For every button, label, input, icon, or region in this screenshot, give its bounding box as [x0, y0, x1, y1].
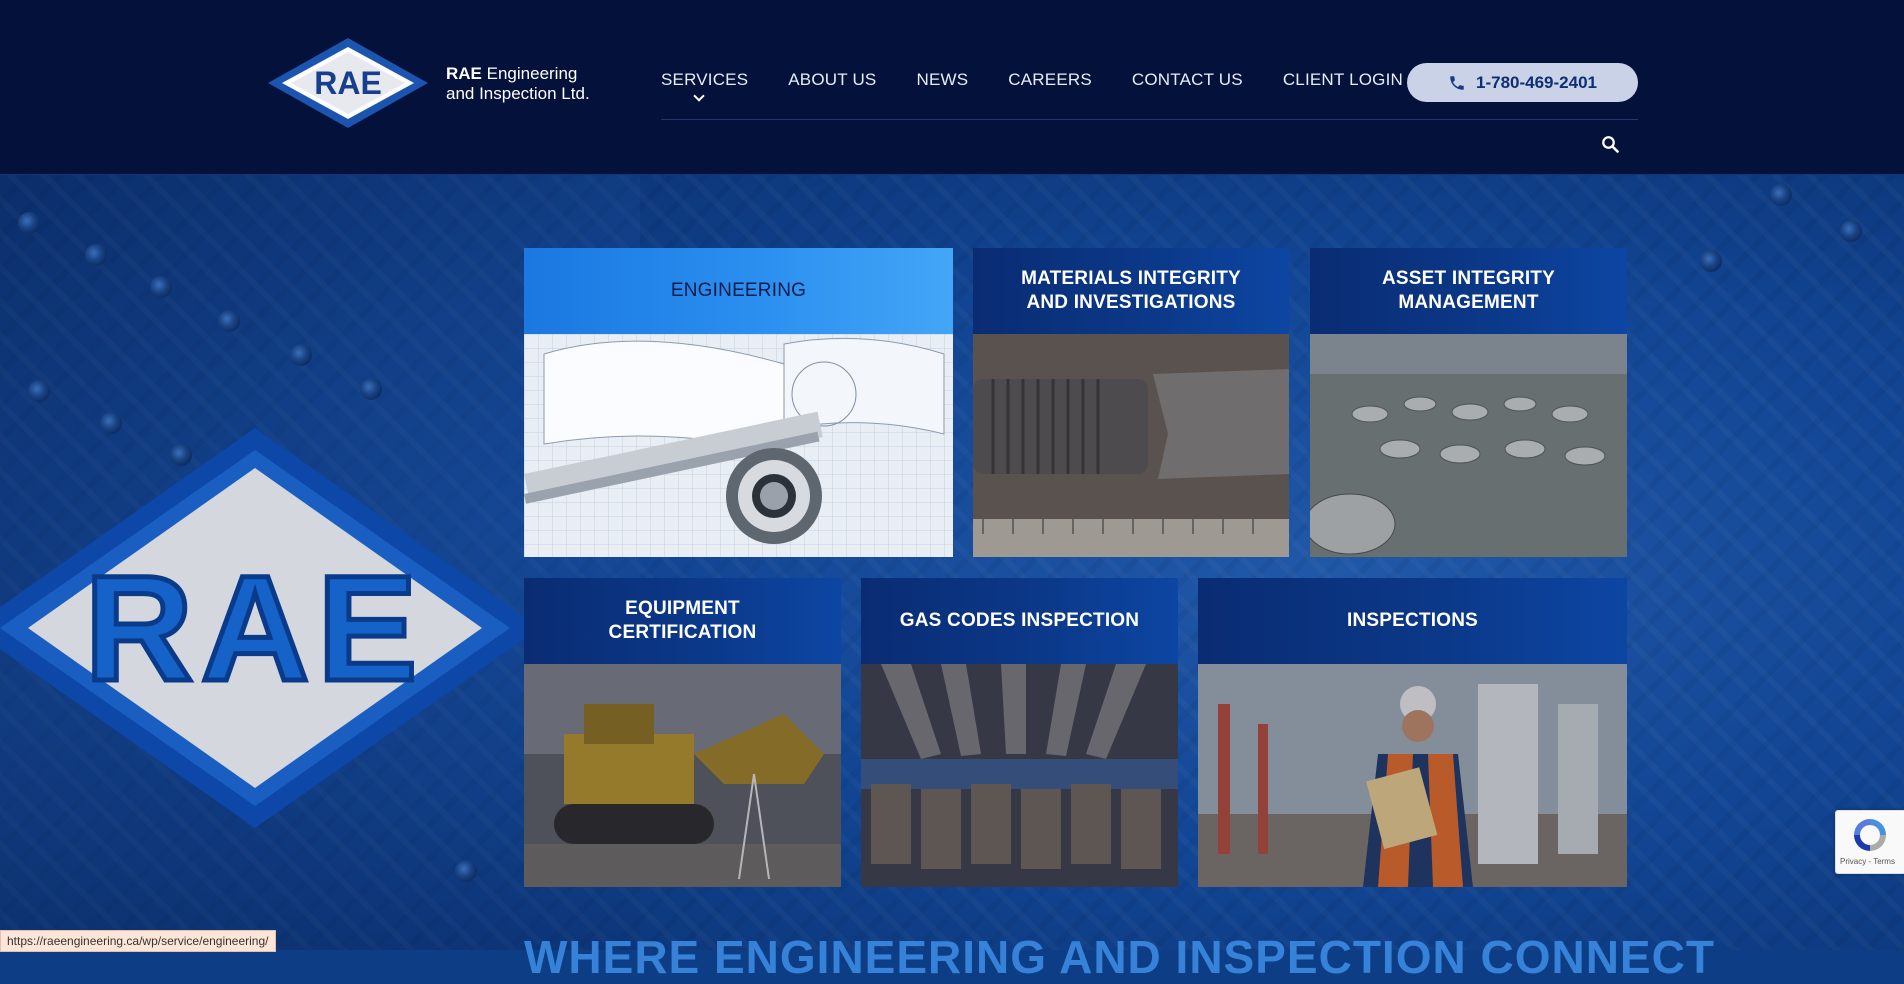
- service-tile-title: MATERIALS INTEGRITY AND INVESTIGATIONS: [973, 248, 1289, 334]
- rivet-decoration: [360, 378, 382, 400]
- rivet-decoration: [218, 310, 240, 332]
- equipment-image: [524, 664, 841, 887]
- recaptcha-badge[interactable]: Privacy - Terms: [1835, 810, 1904, 874]
- recaptcha-label[interactable]: Privacy - Terms: [1840, 857, 1895, 866]
- engineering-image: [524, 334, 953, 557]
- logo-mark-text: RAE: [314, 65, 382, 101]
- materials-title-line2: AND INVESTIGATIONS: [1026, 292, 1236, 313]
- service-tile-title: ASSET INTEGRITY MANAGEMENT: [1310, 248, 1627, 334]
- phone-number: 1-780-469-2401: [1476, 72, 1597, 92]
- service-tile-title: EQUIPMENT CERTIFICATION: [524, 578, 841, 664]
- rivet-decoration: [455, 860, 477, 882]
- service-tile-inspections[interactable]: INSPECTIONS: [1198, 578, 1627, 887]
- nav-news[interactable]: NEWS: [916, 62, 988, 90]
- main-nav: SERVICES ABOUT US NEWS CAREERS CONTACT U…: [661, 62, 1443, 102]
- rivet-decoration: [1770, 184, 1792, 206]
- equipment-title-line1: EQUIPMENT: [625, 598, 740, 619]
- chevron-down-icon: [693, 90, 705, 102]
- nav-about-us[interactable]: ABOUT US: [788, 62, 896, 90]
- service-tile-materials-integrity[interactable]: MATERIALS INTEGRITY AND INVESTIGATIONS: [973, 248, 1289, 557]
- gas-codes-title: GAS CODES INSPECTION: [899, 610, 1140, 631]
- service-tile-title: GAS CODES INSPECTION: [861, 578, 1178, 664]
- service-tile-asset-integrity[interactable]: ASSET INTEGRITY MANAGEMENT: [1310, 248, 1627, 557]
- equipment-title-line2: CERTIFICATION: [608, 622, 757, 643]
- company-name-line2: and Inspection Ltd.: [446, 84, 590, 103]
- materials-image: [973, 334, 1289, 557]
- browser-status-url: https://raeengineering.ca/wp/service/eng…: [0, 930, 276, 952]
- service-tile-title: ENGINEERING: [524, 248, 953, 334]
- service-tile-equipment-certification[interactable]: EQUIPMENT CERTIFICATION: [524, 578, 841, 887]
- engineering-title: ENGINEERING: [670, 280, 807, 301]
- rivet-decoration: [18, 212, 40, 234]
- nav-contact-us-label: CONTACT US: [1131, 70, 1243, 89]
- search-icon[interactable]: [1601, 135, 1619, 153]
- rivet-decoration: [150, 276, 172, 298]
- nav-careers-label: CAREERS: [1008, 70, 1092, 89]
- nav-divider: [661, 119, 1638, 120]
- nav-client-login[interactable]: CLIENT LOGIN: [1283, 62, 1423, 90]
- asset-image: [1310, 334, 1627, 557]
- rivet-decoration: [85, 244, 107, 266]
- inspections-title: INSPECTIONS: [1347, 610, 1478, 631]
- big-logo-text: RAE: [85, 544, 426, 712]
- nav-contact-us[interactable]: CONTACT US: [1132, 62, 1263, 90]
- big-rae-logo: RAE: [0, 428, 540, 828]
- nav-services[interactable]: SERVICES: [661, 62, 768, 102]
- recaptcha-icon: [1854, 819, 1886, 851]
- nav-about-us-label: ABOUT US: [788, 70, 877, 89]
- phone-button[interactable]: 1-780-469-2401: [1407, 63, 1638, 102]
- page-headline: WHERE ENGINEERING AND INSPECTION CONNECT: [524, 931, 1715, 983]
- phone-icon: [1450, 75, 1464, 90]
- rae-logo[interactable]: RAE: [268, 38, 428, 128]
- company-name-rest: Engineering: [481, 64, 578, 83]
- asset-title-line2: MANAGEMENT: [1398, 292, 1539, 313]
- rivet-decoration: [28, 380, 50, 402]
- company-name: RAE Engineering and Inspection Ltd.: [446, 64, 590, 104]
- rivet-decoration: [1700, 250, 1722, 272]
- nav-news-label: NEWS: [916, 70, 969, 89]
- site-header: RAE RAE Engineering and Inspection Ltd. …: [0, 0, 1904, 175]
- company-name-bold: RAE: [446, 64, 482, 83]
- gas-codes-image: [861, 664, 1178, 887]
- service-tile-gas-codes-inspection[interactable]: GAS CODES INSPECTION: [861, 578, 1178, 887]
- inspections-image: [1198, 664, 1627, 887]
- service-tile-engineering[interactable]: ENGINEERING: [524, 248, 953, 557]
- rivet-decoration: [1840, 220, 1862, 242]
- service-tile-title: INSPECTIONS: [1198, 578, 1627, 664]
- asset-title-line1: ASSET INTEGRITY: [1382, 268, 1555, 289]
- nav-client-login-label: CLIENT LOGIN: [1282, 70, 1403, 89]
- rivet-decoration: [290, 344, 312, 366]
- nav-services-label: SERVICES: [661, 70, 749, 89]
- materials-title-line1: MATERIALS INTEGRITY: [1021, 268, 1241, 289]
- nav-careers[interactable]: CAREERS: [1008, 62, 1112, 90]
